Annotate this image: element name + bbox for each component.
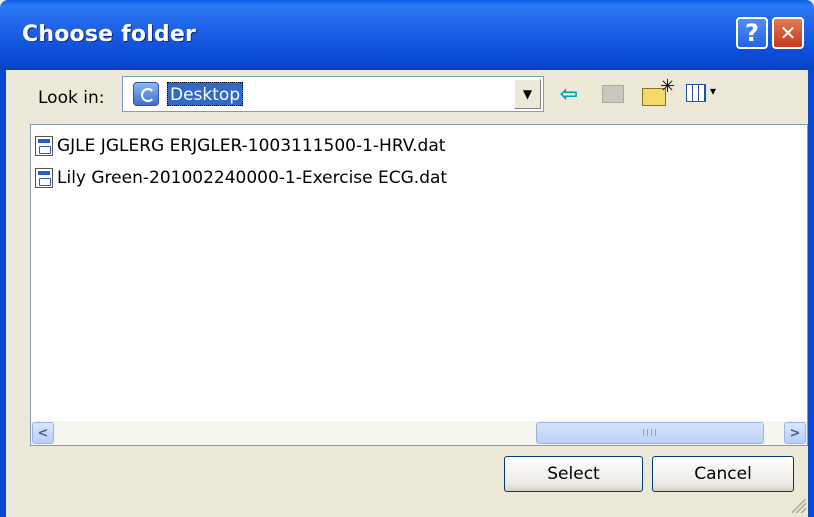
back-button[interactable]: ⇦ <box>554 80 584 108</box>
dat-file-icon <box>35 168 53 188</box>
chevron-down-icon: ▼ <box>522 87 533 101</box>
desktop-icon <box>133 82 159 106</box>
cancel-button[interactable]: Cancel <box>652 456 794 492</box>
view-menu-button[interactable]: ▾ <box>684 80 728 108</box>
view-menu-arrow-icon: ▾ <box>710 84 717 98</box>
select-button[interactable]: Select <box>504 456 643 492</box>
choose-folder-dialog: Choose folder ? ✕ Look in: Desktop ▼ ⇦ ✳… <box>0 0 814 517</box>
chevron-right-icon: > <box>789 425 801 441</box>
close-icon: ✕ <box>779 21 797 45</box>
up-folder-icon <box>602 85 624 103</box>
new-folder-button[interactable]: ✳ <box>640 76 675 108</box>
help-icon: ? <box>745 19 759 47</box>
file-list[interactable]: GJLE JGLERG ERJGLER-1003111500-1-HRV.dat… <box>30 124 808 446</box>
scroll-left-button[interactable]: < <box>32 422 54 444</box>
dialog-title: Choose folder <box>22 22 197 47</box>
dat-file-icon <box>35 136 53 156</box>
file-name: Lily Green-201002240000-1-Exercise ECG.d… <box>57 168 448 188</box>
dropdown-button[interactable]: ▼ <box>514 79 541 109</box>
sparkle-icon: ✳ <box>660 76 676 97</box>
scroll-right-button[interactable]: > <box>784 422 806 444</box>
title-bar[interactable]: Choose folder ? ✕ <box>0 0 814 70</box>
look-in-label: Look in: <box>38 88 105 108</box>
window-frame-right <box>808 70 814 517</box>
view-details-icon <box>686 84 706 102</box>
look-in-combobox[interactable]: Desktop ▼ <box>122 76 544 112</box>
help-button[interactable]: ? <box>736 17 768 49</box>
thumb-grip-icon: IIII <box>642 427 658 439</box>
up-one-level-button[interactable] <box>598 80 628 108</box>
file-name: GJLE JGLERG ERJGLER-1003111500-1-HRV.dat <box>57 136 446 156</box>
close-button[interactable]: ✕ <box>772 17 804 49</box>
scrollbar-thumb[interactable]: IIII <box>536 422 764 444</box>
horizontal-scrollbar[interactable]: < IIII > <box>31 421 807 445</box>
look-in-value: Desktop <box>167 82 244 106</box>
back-arrow-icon: ⇦ <box>559 81 579 107</box>
chevron-left-icon: < <box>37 425 49 441</box>
file-item[interactable]: Lily Green-201002240000-1-Exercise ECG.d… <box>35 165 447 191</box>
file-item[interactable]: GJLE JGLERG ERJGLER-1003111500-1-HRV.dat <box>35 133 445 159</box>
resize-grip-icon[interactable] <box>792 499 806 513</box>
window-frame-left <box>0 70 6 517</box>
